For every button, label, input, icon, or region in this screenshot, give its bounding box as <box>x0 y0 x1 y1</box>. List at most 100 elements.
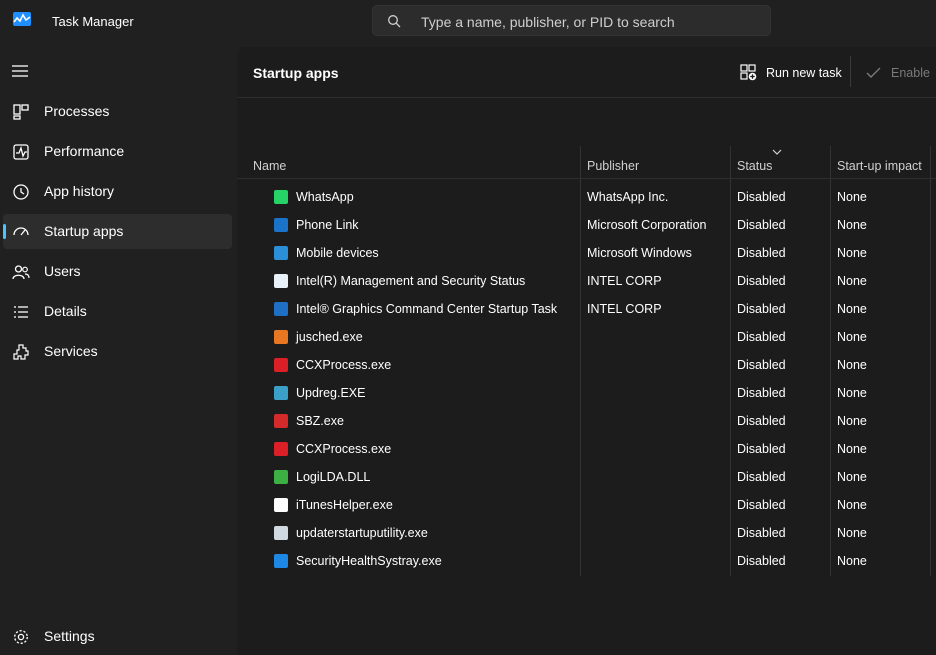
sidebar-item-label: Services <box>44 343 98 359</box>
app-name-cell: Mobile devices <box>296 246 379 260</box>
table-row[interactable]: SecurityHealthSystray.exe Disabled None <box>253 547 929 575</box>
impact-cell: None <box>837 414 867 428</box>
sidebar-item-startup-apps[interactable]: Startup apps <box>3 214 232 249</box>
header-divider <box>237 97 936 98</box>
table-row[interactable]: LogiLDA.DLL Disabled None <box>253 463 929 491</box>
app-name-cell: updaterstartuputility.exe <box>296 526 428 540</box>
table-row[interactable]: Updreg.EXE Disabled None <box>253 379 929 407</box>
column-header-status[interactable]: Status <box>737 159 772 173</box>
publisher-cell: INTEL CORP <box>587 302 662 316</box>
enable-button[interactable]: Enable <box>865 61 935 85</box>
sidebar-item-users[interactable]: Users <box>3 254 232 289</box>
column-header-name[interactable]: Name <box>253 159 286 173</box>
status-cell: Disabled <box>737 498 786 512</box>
status-cell: Disabled <box>737 470 786 484</box>
table-row[interactable]: CCXProcess.exe Disabled None <box>253 351 929 379</box>
details-icon <box>14 306 28 318</box>
users-icon <box>12 265 30 280</box>
updreg-icon <box>274 386 288 400</box>
impact-cell: None <box>837 274 867 288</box>
search-box[interactable] <box>372 5 771 36</box>
sidebar-item-label: Details <box>44 303 87 319</box>
impact-cell: None <box>837 442 867 456</box>
table-row[interactable]: Phone Link Microsoft Corporation Disabled N… <box>253 211 929 239</box>
whatsapp-icon <box>274 190 288 204</box>
table-row[interactable]: SBZ.exe Disabled None <box>253 407 929 435</box>
sidebar-item-details[interactable]: Details <box>3 294 232 329</box>
column-separator[interactable] <box>930 146 931 576</box>
updater-icon <box>274 526 288 540</box>
sidebar-item-label: App history <box>44 183 115 199</box>
status-cell: Disabled <box>737 414 786 428</box>
task-manager-app-icon <box>13 12 31 26</box>
app-name-cell: LogiLDA.DLL <box>296 470 371 484</box>
publisher-cell: INTEL CORP <box>587 274 662 288</box>
impact-cell: None <box>837 386 867 400</box>
sidebar-item-processes[interactable]: Processes <box>3 94 232 129</box>
impact-cell: None <box>837 498 867 512</box>
status-cell: Disabled <box>737 358 786 372</box>
run-new-task-icon <box>740 64 757 81</box>
impact-cell: None <box>837 554 867 568</box>
status-cell: Disabled <box>737 386 786 400</box>
phone-link-icon <box>274 218 288 232</box>
app-name-cell: Updreg.EXE <box>296 386 366 400</box>
app-name-cell: WhatsApp <box>296 190 354 204</box>
status-cell: Disabled <box>737 302 786 316</box>
sidebar-item-app-history[interactable]: App history <box>3 174 232 209</box>
hamburger-menu-icon[interactable] <box>12 64 28 78</box>
sidebar-item-label: Performance <box>44 143 125 159</box>
adobe-cc-icon <box>274 358 288 372</box>
table-row[interactable]: CCXProcess.exe Disabled None <box>253 435 929 463</box>
app-history-icon <box>13 184 29 200</box>
java-icon <box>274 330 288 344</box>
search-input[interactable] <box>419 10 753 34</box>
status-cell: Disabled <box>737 218 786 232</box>
table-row[interactable]: Mobile devices Microsoft Windows Disabled N… <box>253 239 929 267</box>
checkmark-icon <box>866 67 881 78</box>
table-row[interactable]: Intel® Graphics Command Center Startup T… <box>253 295 929 323</box>
sbz-icon <box>274 414 288 428</box>
processes-icon <box>13 104 29 120</box>
app-name-cell: CCXProcess.exe <box>296 442 392 456</box>
run-new-task-button[interactable]: Run new task <box>740 61 842 85</box>
windows-security-icon <box>274 554 288 568</box>
gear-icon <box>14 630 28 644</box>
impact-cell: None <box>837 302 867 316</box>
sidebar-item-performance[interactable]: Performance <box>3 134 232 169</box>
itunes-icon <box>274 498 288 512</box>
sidebar-item-settings[interactable]: Settings <box>3 619 232 654</box>
sidebar-item-services[interactable]: Services <box>3 334 232 369</box>
app-name-cell: Intel(R) Management and Security Status <box>296 274 526 288</box>
sidebar-item-label: Users <box>44 263 81 279</box>
services-icon <box>13 344 29 360</box>
column-header-publisher[interactable]: Publisher <box>587 159 639 173</box>
status-cell: Disabled <box>737 442 786 456</box>
impact-cell: None <box>837 190 867 204</box>
status-cell: Disabled <box>737 554 786 568</box>
table-row[interactable]: jusched.exe Disabled None <box>253 323 929 351</box>
startup-apps-icon <box>13 227 29 236</box>
adobe-cc-icon <box>274 442 288 456</box>
status-cell: Disabled <box>737 274 786 288</box>
table-row[interactable]: WhatsApp WhatsApp Inc. Disabled None <box>253 183 929 211</box>
column-header-impact[interactable]: Start-up impact <box>837 159 922 173</box>
impact-cell: None <box>837 218 867 232</box>
impact-cell: None <box>837 330 867 344</box>
app-name-cell: Phone Link <box>296 218 359 232</box>
impact-cell: None <box>837 358 867 372</box>
search-icon <box>388 15 401 28</box>
app-name-cell: SecurityHealthSystray.exe <box>296 554 442 568</box>
sidebar-item-label: Startup apps <box>44 223 124 239</box>
app-title: Task Manager <box>52 14 134 29</box>
table-row[interactable]: updaterstartuputility.exe Disabled None <box>253 519 929 547</box>
table-row[interactable]: Intel(R) Management and Security Status I… <box>253 267 929 295</box>
app-name-cell: SBZ.exe <box>296 414 344 428</box>
impact-cell: None <box>837 470 867 484</box>
status-cell: Disabled <box>737 190 786 204</box>
table-row[interactable]: iTunesHelper.exe Disabled None <box>253 491 929 519</box>
app-name-cell: CCXProcess.exe <box>296 358 392 372</box>
toolbar-separator <box>850 56 851 87</box>
status-cell: Disabled <box>737 246 786 260</box>
publisher-cell: Microsoft Windows <box>587 246 692 260</box>
